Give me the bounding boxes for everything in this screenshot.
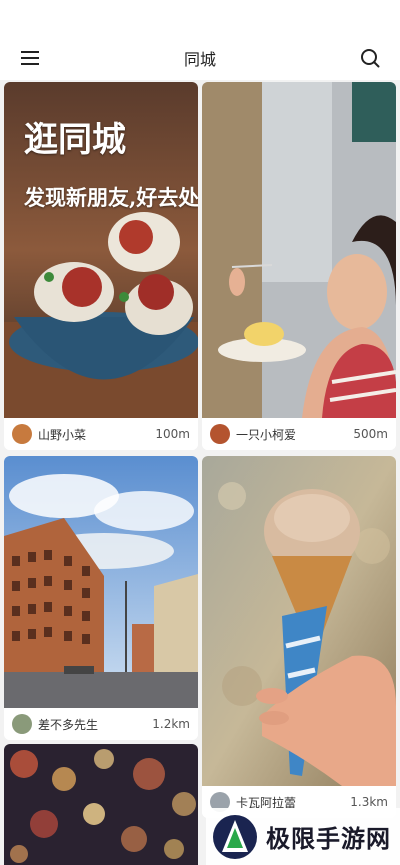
- watermark-logo-icon: [213, 814, 257, 859]
- feed-card[interactable]: 一只小柯爱 500m: [202, 82, 396, 450]
- watermark-text: 极限手游网: [266, 825, 391, 853]
- card-username[interactable]: 山野小菜: [38, 426, 155, 443]
- avatar[interactable]: [12, 424, 32, 444]
- feed-card[interactable]: 逛同城 发现新朋友,好去处 山野小菜 100m: [4, 82, 198, 450]
- card-overlay-subtitle: 发现新朋友,好去处: [24, 185, 198, 210]
- page-title: 同城: [183, 50, 216, 69]
- card-overlay-title: 逛同城: [24, 120, 126, 160]
- search-button[interactable]: [356, 44, 384, 72]
- card-image-bokeh: [4, 744, 198, 865]
- feed-card[interactable]: 差不多先生 1.2km: [4, 456, 198, 740]
- card-meta: 一只小柯爱 500m: [202, 418, 396, 450]
- feed-card[interactable]: [4, 744, 198, 865]
- avatar[interactable]: [210, 424, 230, 444]
- card-meta: 差不多先生 1.2km: [4, 708, 198, 740]
- card-meta: 山野小菜 100m: [4, 418, 198, 450]
- card-username[interactable]: 一只小柯爱: [236, 426, 353, 443]
- card-image-portrait: [202, 82, 396, 418]
- watermark: 极限手游网: [206, 808, 400, 865]
- avatar[interactable]: [12, 714, 32, 734]
- top-bar: 同城: [0, 0, 400, 80]
- card-distance: 500m: [353, 427, 388, 441]
- search-icon: [361, 49, 380, 68]
- card-distance: 100m: [155, 427, 190, 441]
- card-image-building: [4, 456, 198, 708]
- card-distance: 1.3km: [350, 795, 388, 809]
- card-distance: 1.2km: [152, 717, 190, 731]
- feed-card[interactable]: 卡瓦阿拉蕾 1.3km: [202, 456, 396, 818]
- card-username[interactable]: 差不多先生: [38, 716, 152, 733]
- card-image-icecream: [202, 456, 396, 786]
- app-root: 同城 逛同城 发现新朋友,好去处 山野小菜 100m 一只小柯爱 500m 差不…: [0, 0, 400, 865]
